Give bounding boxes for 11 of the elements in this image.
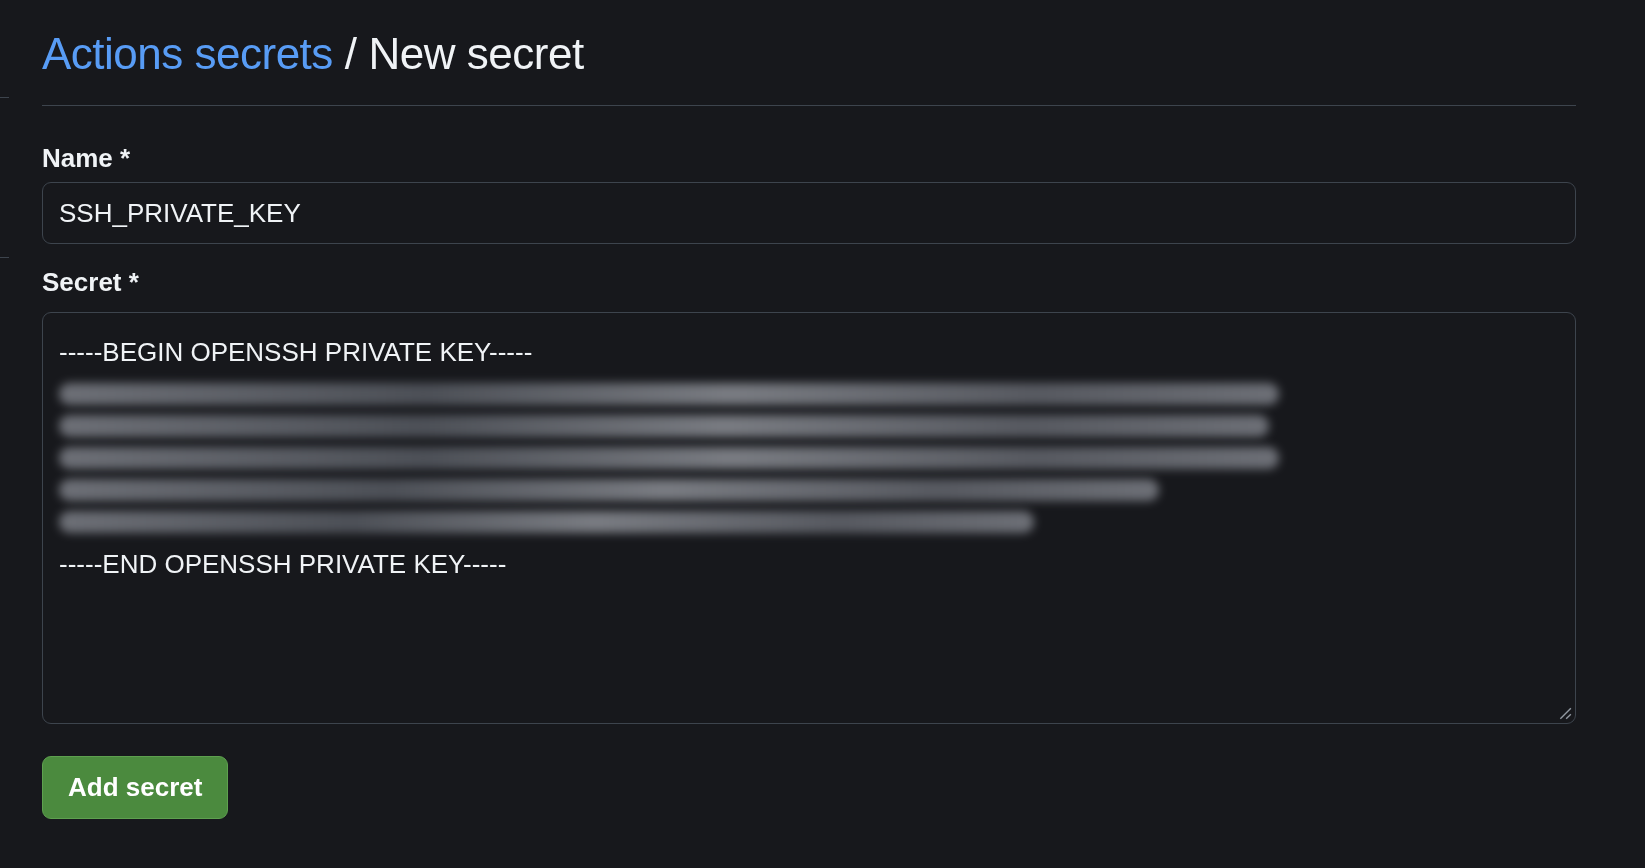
field-label: Name * [42, 142, 131, 174]
page-title: New secret [368, 28, 584, 80]
resize-handle-icon[interactable] [1558, 706, 1572, 720]
secret-field[interactable]: -----BEGIN OPENSSH PRIVATE KEY----- -----END OPENSSH PRIVATE KEY----- [42, 312, 1576, 724]
breadcrumb-separator: / [344, 28, 357, 80]
add-secret-button[interactable]: Add secret [42, 756, 229, 819]
breadcrumb-link[interactable]: Actions secrets [42, 24, 333, 84]
name-field[interactable]: SSH_PRIVATE_KEY [42, 182, 1576, 244]
secret-line: -----END OPENSSH PRIVATE KEY----- [59, 548, 508, 581]
field-label: Secret * [42, 266, 139, 298]
secret-line: -----BEGIN OPENSSH PRIVATE KEY----- [59, 336, 534, 369]
